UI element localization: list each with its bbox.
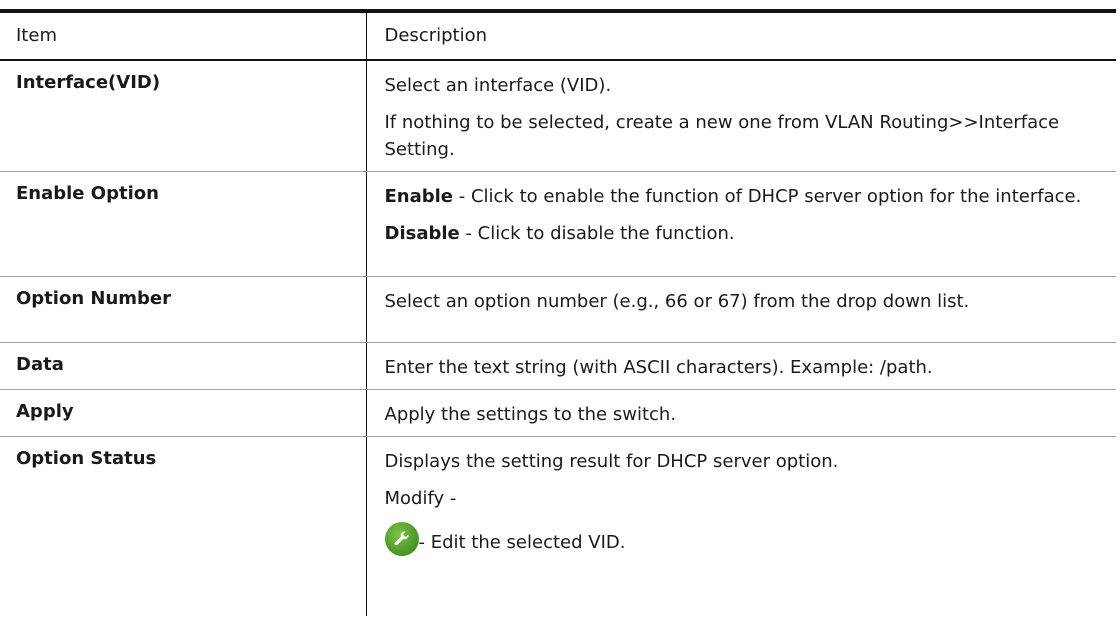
item-option-status: Option Status [0,436,367,616]
desc-text: Enable - Click to enable the function of… [385,183,1105,210]
edit-line: - Edit the selected VID. [384,522,1105,556]
desc-text: Enter the text string (with ASCII charac… [384,357,933,378]
table-row: Apply Apply the settings to the switch. [0,389,1116,437]
table-row: Option Number Select an option number (e… [0,276,1116,343]
description-table: Item Description Interface(VID) Select a… [0,9,1116,616]
desc-text: Displays the setting result for DHCP ser… [384,451,839,472]
desc-text: Select an interface (VID). [384,75,612,96]
table-row: Data Enter the text string (with ASCII c… [0,342,1116,390]
desc-text: Disable - Click to disable the function. [385,220,1105,247]
item-data: Data [0,342,367,390]
item-apply: Apply [0,389,367,437]
desc-text: Apply the settings to the switch. [384,404,677,425]
desc-option-status: Displays the setting result for DHCP ser… [366,437,1116,617]
desc-interface-vid: Select an interface (VID). If nothing to… [366,60,1116,172]
desc-text: Modify - [384,488,457,509]
desc-option-number: Select an option number (e.g., 66 or 67)… [366,276,1116,343]
desc-text: If nothing to be selected, create a new … [384,112,1060,160]
edit-desc: - Edit the selected VID. [418,532,626,553]
wrench-icon [384,522,419,556]
disable-label: Disable [384,223,460,244]
disable-desc: - Click to disable the function. [459,223,735,244]
table-row: Enable Option Enable - Click to enable t… [0,171,1116,277]
desc-text: Select an option number (e.g., 66 or 67)… [384,291,970,312]
desc-data: Enter the text string (with ASCII charac… [366,342,1116,390]
desc-apply: Apply the settings to the switch. [366,389,1116,437]
item-option-number: Option Number [0,276,367,343]
item-interface-vid: Interface(VID) [0,60,367,172]
table-row: Option Status Displays the setting resul… [0,436,1116,617]
header-description: Description [366,9,1116,61]
table-header-row: Item Description [0,9,1116,61]
header-item: Item [0,9,367,61]
item-enable-option: Enable Option [0,171,367,277]
enable-label: Enable [384,186,454,207]
desc-enable-option: Enable - Click to enable the function of… [366,171,1116,277]
table-row: Interface(VID) Select an interface (VID)… [0,60,1116,172]
enable-desc: - Click to enable the function of DHCP s… [453,186,1082,207]
